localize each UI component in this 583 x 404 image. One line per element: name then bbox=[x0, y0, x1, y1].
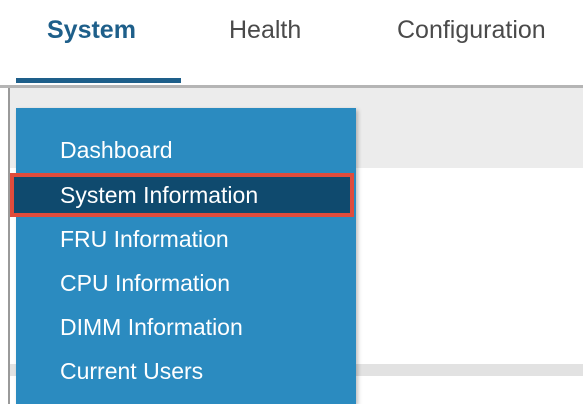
menu-item-dimm-information[interactable]: DIMM Information bbox=[60, 313, 243, 341]
tab-system[interactable]: System bbox=[47, 16, 136, 45]
menu-item-cpu-information[interactable]: CPU Information bbox=[60, 269, 230, 297]
tab-configuration[interactable]: Configuration bbox=[397, 16, 546, 45]
menu-item-system-information[interactable]: System Information bbox=[60, 181, 258, 209]
top-navigation: System Health Configuration bbox=[0, 0, 583, 86]
menu-item-current-users[interactable]: Current Users bbox=[60, 357, 203, 385]
menu-item-fru-information[interactable]: FRU Information bbox=[60, 225, 229, 253]
tab-health[interactable]: Health bbox=[229, 16, 301, 45]
menu-item-dashboard[interactable]: Dashboard bbox=[60, 136, 173, 164]
active-tab-indicator bbox=[16, 78, 181, 83]
